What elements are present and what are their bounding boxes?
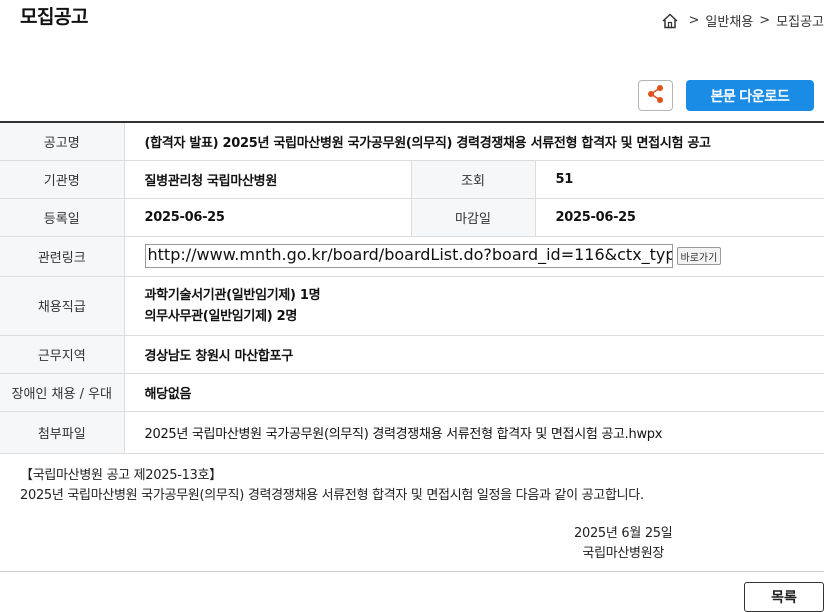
views-label: 조회	[410, 160, 536, 199]
table-row: 근무지역 경상남도 창원시 마산합포구	[0, 335, 824, 374]
work-region-label: 근무지역	[0, 335, 125, 374]
attachment-link[interactable]: 2025년 국립마산병원 국가공무원(의무직) 경력경쟁채용 서류전형 합격자 …	[124, 411, 824, 454]
job-grade-value: 과학기술서기관(일반임기제) 1명 의무사무관(일반임기제) 2명	[124, 276, 824, 336]
reg-date-value: 2025-06-25	[124, 198, 411, 237]
reg-date-label: 등록일	[0, 198, 125, 237]
share-button[interactable]	[638, 80, 673, 111]
table-row: 기관명 질병관리청 국립마산병원 조회 51	[0, 160, 824, 199]
table-row: 장애인 채용 / 우대 해당없음	[0, 373, 824, 412]
table-row: 등록일 2025-06-25 마감일 2025-06-25	[0, 198, 824, 237]
attachment-label: 첨부파일	[0, 411, 125, 454]
table-row: 관련링크 http://www.mnth.go.kr/board/boardLi…	[0, 236, 824, 277]
related-link-label: 관련링크	[0, 236, 125, 277]
breadcrumb-item-recruitment[interactable]: 모집공고	[776, 11, 824, 30]
org-value: 질병관리청 국립마산병원	[124, 160, 411, 199]
table-row: 첨부파일 2025년 국립마산병원 국가공무원(의무직) 경력경쟁채용 서류전형…	[0, 411, 824, 454]
breadcrumb-separator: >	[688, 13, 700, 28]
home-icon[interactable]	[661, 12, 679, 30]
notice-text: 2025년 국립마산병원 국가공무원(의무직) 경력경쟁채용 서류전형 합격자 …	[20, 488, 644, 503]
goto-link-button[interactable]: 바로가기	[676, 247, 722, 265]
notice-signer: 국립마산병원장	[582, 546, 665, 561]
notice-title-label: 공고명	[0, 122, 125, 161]
notice-date: 2025년 6월 25일	[574, 526, 673, 541]
divider	[0, 571, 824, 572]
disability-value: 해당없음	[124, 373, 824, 412]
notice-signature: 2025년 6월 25일 국립마산병원장	[574, 524, 673, 564]
table-row: 채용직급 과학기술서기관(일반임기제) 1명 의무사무관(일반임기제) 2명	[0, 276, 824, 336]
notice-title-value: (합격자 발표) 2025년 국립마산병원 국가공무원(의무직) 경력경쟁채용 …	[124, 122, 824, 161]
related-link-input[interactable]: http://www.mnth.go.kr/board/boardList.do…	[144, 244, 673, 268]
share-icon	[647, 84, 665, 107]
views-value: 51	[535, 160, 824, 199]
breadcrumb: > 일반채용 > 모집공고	[661, 11, 824, 30]
breadcrumb-item-general-hiring[interactable]: 일반채용	[705, 11, 753, 30]
notice-body: 【국립마산병원 공고 제2025-13호】 2025년 국립마산병원 국가공무원…	[20, 466, 644, 506]
page-title: 모집공고	[20, 6, 88, 28]
related-link-cell: http://www.mnth.go.kr/board/boardList.do…	[124, 236, 824, 277]
breadcrumb-separator: >	[759, 13, 771, 28]
table-row: 공고명 (합격자 발표) 2025년 국립마산병원 국가공무원(의무직) 경력경…	[0, 122, 824, 161]
deadline-value: 2025-06-25	[535, 198, 824, 237]
job-grade-item: 과학기술서기관(일반임기제) 1명	[144, 287, 321, 303]
work-region-value: 경상남도 창원시 마산합포구	[124, 335, 824, 374]
notice-number: 【국립마산병원 공고 제2025-13호】	[20, 468, 222, 483]
list-button[interactable]: 목록	[744, 582, 824, 612]
disability-label: 장애인 채용 / 우대	[0, 373, 125, 412]
deadline-label: 마감일	[410, 198, 536, 237]
org-label: 기관명	[0, 160, 125, 199]
job-grade-label: 채용직급	[0, 276, 125, 336]
download-body-button[interactable]: 본문 다운로드	[686, 80, 814, 111]
notice-info-table: 공고명 (합격자 발표) 2025년 국립마산병원 국가공무원(의무직) 경력경…	[0, 121, 824, 454]
job-grade-item: 의무사무관(일반임기제) 2명	[144, 308, 298, 324]
